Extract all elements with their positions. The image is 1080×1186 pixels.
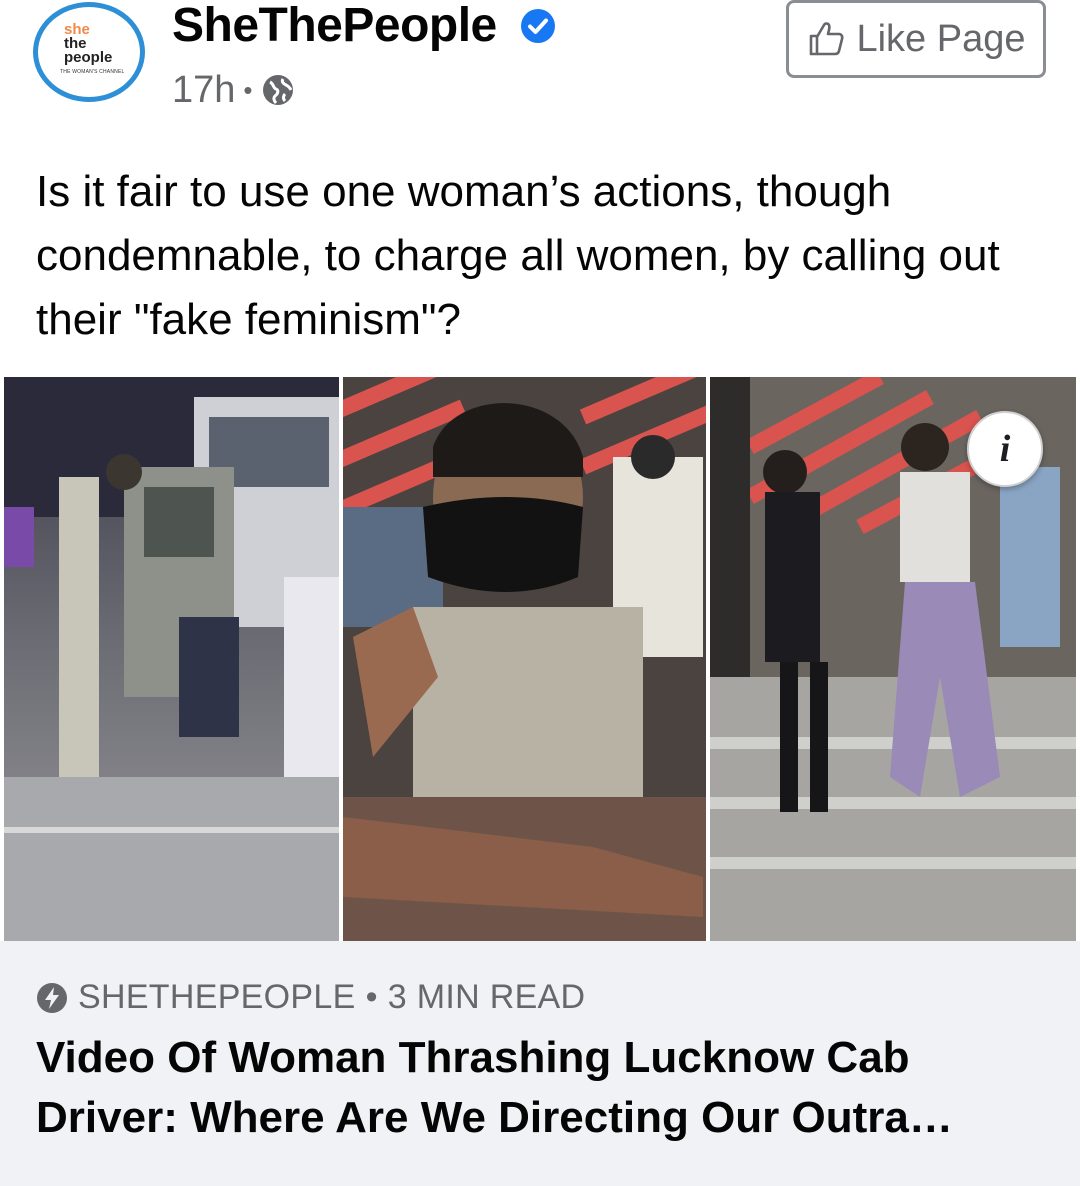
post-media-collage[interactable]: [4, 377, 1076, 941]
page-avatar[interactable]: she the people THE WOMAN'S CHANNEL: [33, 2, 145, 102]
thumbs-up-icon: [810, 22, 845, 56]
post-meta: 17h •: [172, 68, 295, 112]
like-page-button[interactable]: Like Page: [786, 0, 1046, 78]
post-time[interactable]: 17h: [172, 68, 235, 112]
link-source-name: SHETHEPEOPLE: [78, 978, 356, 1016]
link-source-line: SHETHEPEOPLE • 3 MIN READ: [36, 978, 585, 1017]
like-page-label: Like Page: [856, 17, 1026, 60]
globe-icon: [262, 75, 293, 105]
video-still-2: [343, 377, 706, 941]
video-still-1: [4, 377, 339, 941]
avatar-logo-tagline: THE WOMAN'S CHANNEL: [60, 69, 125, 75]
meta-separator: •: [243, 75, 253, 105]
link-read-time: 3 MIN READ: [387, 978, 586, 1016]
link-preview-card[interactable]: SHETHEPEOPLE • 3 MIN READ Video Of Woman…: [0, 941, 1080, 1186]
avatar-logo-line-3: people: [64, 49, 113, 66]
post-text: Is it fair to use one woman’s actions, t…: [36, 167, 1000, 344]
link-title[interactable]: Video Of Woman Thrashing Lucknow Cab Dri…: [36, 1028, 1046, 1148]
instant-article-bolt-icon: [37, 982, 67, 1013]
verified-badge-icon: [521, 9, 555, 43]
link-source-separator: •: [365, 978, 378, 1016]
post-header: she the people THE WOMAN'S CHANNEL SheTh…: [0, 0, 1080, 130]
page-name[interactable]: SheThePeople: [172, 0, 497, 54]
info-button[interactable]: i: [967, 411, 1043, 487]
